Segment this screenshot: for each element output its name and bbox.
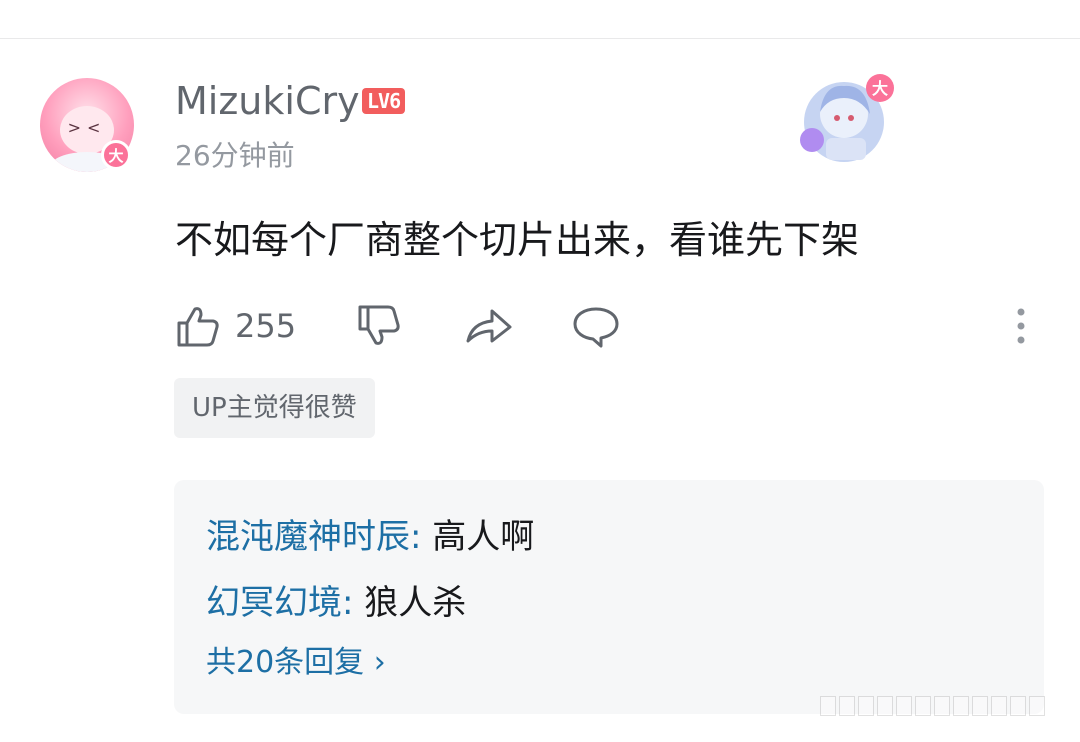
reply-separator: : [410,517,433,557]
reply-item: 幻冥幻境: 狼人杀 [206,580,466,626]
reply-text: 狼人杀 [364,583,467,623]
decoration-eye-left [834,115,840,121]
reply-username[interactable]: 幻冥幻境 [206,583,342,623]
comment-icon [573,307,619,348]
comment-content: 不如每个厂商整个切片出来，看谁先下架 [175,218,860,262]
watermark [820,693,1060,719]
thumbs-up-icon [177,307,219,347]
thumbs-down-icon [358,305,400,345]
decoration-eye-right [848,115,854,121]
share-icon [466,309,512,343]
up-liked-tag: UP主觉得很赞 [174,378,375,438]
like-count: 255 [235,307,297,345]
reply-button[interactable] [571,300,621,352]
avatar-eyes: >< [67,118,107,137]
more-options-button[interactable] [1011,300,1031,352]
decoration-orb [800,128,824,152]
share-button[interactable] [464,300,514,352]
view-all-replies-link[interactable]: 共20条回复 › [206,642,386,684]
avatar-decoration: 大 [800,74,894,162]
reply-text: 高人啊 [432,517,535,557]
username[interactable]: MizukiCry [175,78,360,124]
level-badge: LV6 [362,88,406,114]
timestamp: 26分钟前 [175,139,295,172]
like-button[interactable]: 255 [175,300,296,352]
decoration-badge: 大 [872,79,888,98]
dislike-button[interactable] [356,300,402,352]
action-bar: 255 [175,300,1045,352]
more-vertical-icon [1017,308,1025,344]
reply-item: 混沌魔神时辰: 高人啊 [206,514,534,560]
avatar-badge: 大 [101,140,131,170]
reply-preview-box[interactable]: 混沌魔神时辰: 高人啊 幻冥幻境: 狼人杀 共20条回复 › [174,480,1044,714]
decoration-body [826,138,866,160]
top-divider [0,38,1080,39]
reply-username[interactable]: 混沌魔神时辰 [206,517,410,557]
reply-separator: : [342,583,365,623]
